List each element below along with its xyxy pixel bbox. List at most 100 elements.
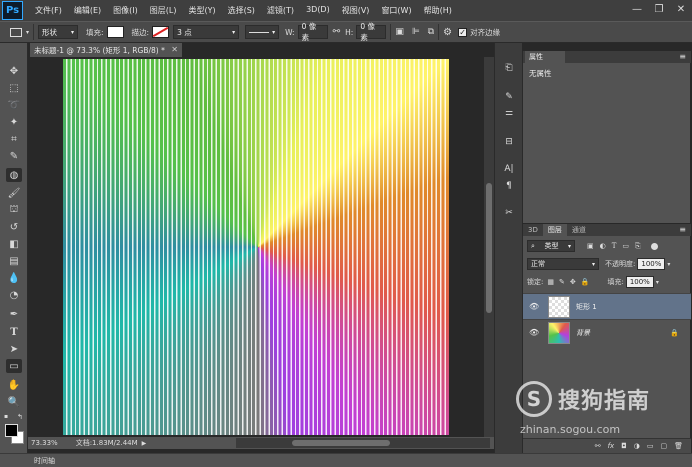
tab-layers[interactable]: 图层 xyxy=(542,224,567,236)
lock-position-icon[interactable]: ✥ xyxy=(570,278,576,286)
adjustments-panel-icon[interactable]: ⚌ xyxy=(501,105,517,120)
width-input[interactable]: 0 像素 xyxy=(297,22,328,42)
tab-channels[interactable]: 通道 xyxy=(567,224,591,236)
styles-panel-icon[interactable]: ⊟ xyxy=(501,134,517,149)
paragraph-panel-icon[interactable]: ¶ xyxy=(501,178,517,193)
blend-mode-select[interactable]: 正常 ▾ xyxy=(527,258,599,270)
lock-transparency-icon[interactable]: ▦ xyxy=(547,278,554,286)
filter-type-icon[interactable]: T xyxy=(612,242,617,250)
eraser-tool-icon[interactable]: ◧ xyxy=(6,237,22,251)
rectangle-tool-icon[interactable]: ▭ xyxy=(6,359,22,373)
visibility-eye-icon[interactable]: 👁 xyxy=(529,328,543,337)
hand-tool-icon[interactable]: ✋ xyxy=(6,378,22,392)
menu-layer[interactable]: 图层(L) xyxy=(144,5,183,16)
panel-menu-icon[interactable]: ≡ xyxy=(679,52,686,61)
filter-shape-icon[interactable]: ▭ xyxy=(622,242,629,250)
document-size[interactable]: 文档:1.83M/2.44M xyxy=(76,438,138,448)
menu-window[interactable]: 窗口(W) xyxy=(375,5,417,16)
path-arrangement-icon[interactable]: ⧉ xyxy=(428,27,434,37)
lasso-tool-icon[interactable]: ➰ xyxy=(6,98,22,112)
menu-edit[interactable]: 编辑(E) xyxy=(68,5,107,16)
history-brush-tool-icon[interactable]: ↺ xyxy=(6,220,22,234)
fill-slider-arrow-icon[interactable]: ▾ xyxy=(656,279,659,286)
type-tool-icon[interactable]: T xyxy=(6,325,22,339)
menu-filter[interactable]: 滤镜(T) xyxy=(261,5,300,16)
status-menu-arrow-icon[interactable]: ▶ xyxy=(142,440,147,447)
minimize-button[interactable]: — xyxy=(626,0,648,18)
panel-menu-icon[interactable]: ≡ xyxy=(679,225,686,234)
path-selection-tool-icon[interactable]: ➤ xyxy=(6,342,22,356)
brush-panel-icon[interactable]: ✎ xyxy=(501,89,517,104)
stroke-swatch[interactable] xyxy=(152,26,170,38)
lock-pixels-icon[interactable]: ✎ xyxy=(559,278,565,286)
layer-row[interactable]: 👁 矩形 1 xyxy=(523,293,691,319)
properties-tab[interactable]: 属性 xyxy=(525,51,565,63)
layer-name[interactable]: 矩形 1 xyxy=(576,302,597,312)
blur-tool-icon[interactable]: 💧 xyxy=(6,271,22,285)
gradient-tool-icon[interactable]: ▤ xyxy=(6,254,22,268)
horizontal-scroll-thumb[interactable] xyxy=(292,440,390,446)
path-operations-icon[interactable]: ▣ xyxy=(395,27,404,37)
magic-wand-tool-icon[interactable]: ✦ xyxy=(6,115,22,129)
new-group-icon[interactable]: ▭ xyxy=(647,442,654,450)
menu-help[interactable]: 帮助(H) xyxy=(418,5,458,16)
new-layer-icon[interactable]: ▢ xyxy=(660,442,667,450)
tools-settings-icon[interactable]: ✂ xyxy=(501,205,517,220)
document-canvas[interactable] xyxy=(63,59,449,435)
brush-tool-icon[interactable]: 🖌 xyxy=(6,186,22,200)
restore-button[interactable]: ❐ xyxy=(648,0,670,18)
zoom-level[interactable]: 73.33% xyxy=(31,439,58,447)
move-tool-icon[interactable]: ✥ xyxy=(6,64,22,78)
tab-3d[interactable]: 3D xyxy=(523,224,543,236)
zoom-tool-icon[interactable]: 🔍 xyxy=(6,395,22,409)
stroke-type-select[interactable]: ▾ xyxy=(245,25,280,39)
menu-type[interactable]: 类型(Y) xyxy=(182,5,221,16)
filter-smart-object-icon[interactable]: ⎘ xyxy=(635,242,641,251)
close-icon[interactable]: ✕ xyxy=(171,45,178,54)
adjustment-layer-icon[interactable]: ◑ xyxy=(634,442,640,450)
lock-all-icon[interactable]: 🔒 xyxy=(581,278,590,286)
shape-mode-select[interactable]: 形状 ▾ xyxy=(38,25,79,39)
link-icon[interactable]: ⚯ xyxy=(333,27,341,37)
path-alignment-icon[interactable]: ⊫ xyxy=(412,27,420,37)
fill-input[interactable]: 100% xyxy=(625,276,654,288)
clone-stamp-tool-icon[interactable]: ⛫ xyxy=(6,203,22,217)
link-layers-icon[interactable]: ⚯ xyxy=(595,442,601,450)
filter-pixel-icon[interactable]: ▣ xyxy=(587,242,594,250)
menu-select[interactable]: 选择(S) xyxy=(222,5,261,16)
timeline-tab[interactable]: 时间轴 xyxy=(34,456,55,466)
filter-toggle-icon[interactable] xyxy=(650,242,658,250)
menu-3d[interactable]: 3D(D) xyxy=(300,5,336,16)
canvas-workspace[interactable] xyxy=(28,57,494,437)
visibility-eye-icon[interactable]: 👁 xyxy=(529,302,543,311)
eyedropper-tool-icon[interactable]: ✎ xyxy=(6,149,22,163)
foreground-color-swatch[interactable] xyxy=(5,424,18,437)
fill-swatch[interactable] xyxy=(106,26,124,38)
menu-view[interactable]: 视图(V) xyxy=(336,5,376,16)
height-input[interactable]: 0 像素 xyxy=(356,22,387,42)
default-colors-icon[interactable]: ▪ xyxy=(4,413,8,420)
fx-icon[interactable]: fx xyxy=(608,442,615,450)
align-edges-checkbox[interactable]: ✓ xyxy=(458,27,468,37)
swap-colors-icon[interactable]: ↰ xyxy=(17,413,23,421)
rectangle-tool-icon[interactable] xyxy=(10,27,22,37)
menu-image[interactable]: 图像(I) xyxy=(107,5,144,16)
marquee-tool-icon[interactable]: ⬚ xyxy=(6,81,22,95)
opacity-slider-arrow-icon[interactable]: ▾ xyxy=(667,261,670,268)
trash-icon[interactable]: 🗑 xyxy=(674,442,683,450)
filter-adjustment-icon[interactable]: ◐ xyxy=(600,242,606,250)
character-panel-icon[interactable]: A| xyxy=(501,161,517,176)
layer-row[interactable]: 👁 背景 🔒 xyxy=(523,319,691,345)
crop-tool-icon[interactable]: ⌗ xyxy=(6,132,22,146)
close-button[interactable]: ✕ xyxy=(670,0,692,18)
opacity-input[interactable]: 100% xyxy=(637,258,666,270)
dodge-tool-icon[interactable]: ◔ xyxy=(6,288,22,302)
document-tab[interactable]: 未标题-1 @ 73.3% (矩形 1, RGB/8) * ✕ xyxy=(30,43,182,57)
tool-preset-dropdown-icon[interactable]: ▾ xyxy=(26,29,29,36)
menu-file[interactable]: 文件(F) xyxy=(29,5,68,16)
layer-name[interactable]: 背景 xyxy=(576,328,590,338)
history-panel-icon[interactable]: ⎗ xyxy=(501,60,517,75)
layer-filter-select[interactable]: ⌕ 类型 ▾ xyxy=(527,240,575,252)
healing-brush-tool-icon[interactable]: ◍ xyxy=(6,168,22,182)
pen-tool-icon[interactable]: ✒ xyxy=(6,307,22,321)
